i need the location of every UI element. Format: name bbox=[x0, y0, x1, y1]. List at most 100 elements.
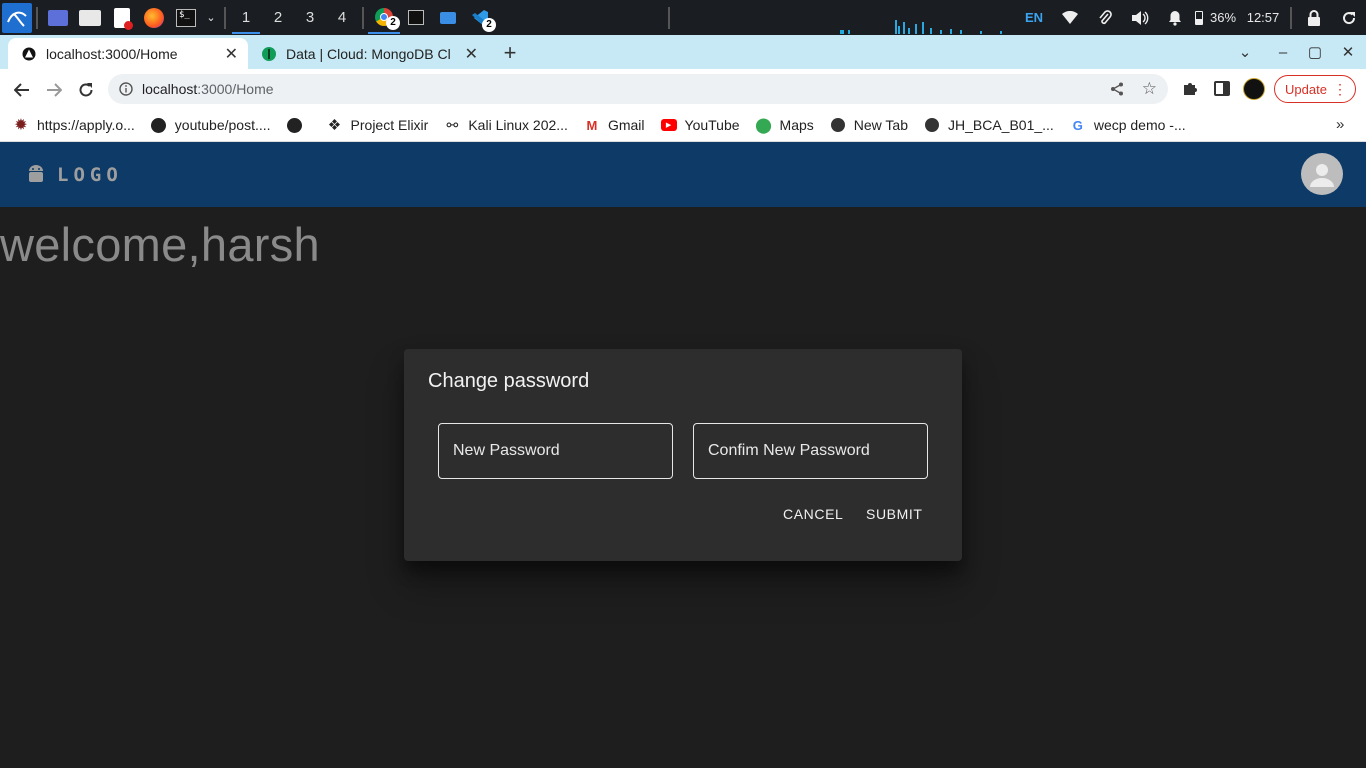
reload-icon[interactable] bbox=[73, 77, 99, 103]
bookmarks-bar: ✹ https://apply.o... youtube/post.... ❖ … bbox=[0, 109, 1366, 142]
paperclip-icon[interactable] bbox=[1087, 0, 1122, 35]
update-label: Update bbox=[1285, 81, 1327, 97]
bookmark-label: wecp demo -... bbox=[1093, 117, 1186, 133]
update-button[interactable]: Update ⋮ bbox=[1274, 75, 1356, 103]
lock-icon[interactable] bbox=[1296, 0, 1331, 35]
bookmark-jh-bca[interactable]: JH_BCA_B01_... bbox=[924, 117, 1054, 133]
language-indicator[interactable]: EN bbox=[1016, 0, 1052, 35]
vscode-window-count: 2 bbox=[482, 17, 496, 32]
submit-button[interactable]: SUBMIT bbox=[866, 506, 923, 522]
bookmark-youtube[interactable]: ▶ YouTube bbox=[660, 117, 740, 133]
share-icon[interactable] bbox=[1110, 82, 1124, 96]
forward-arrow-icon[interactable] bbox=[41, 77, 67, 103]
user-avatar[interactable] bbox=[1301, 153, 1343, 195]
bookmark-wecp[interactable]: G wecp demo -... bbox=[1070, 117, 1186, 133]
restore-window-button[interactable]: ▢ bbox=[1299, 35, 1331, 69]
cpu-graph bbox=[840, 20, 1002, 34]
desktop-icon[interactable] bbox=[42, 2, 74, 34]
refresh-icon[interactable] bbox=[1331, 0, 1366, 35]
logo-text[interactable]: LOGO bbox=[57, 164, 123, 186]
battery-icon[interactable] bbox=[1192, 0, 1206, 35]
url-path: :3000/Home bbox=[197, 81, 274, 97]
globe-icon bbox=[830, 117, 846, 133]
github-icon bbox=[151, 117, 167, 133]
bookmark-label: Kali Linux 202... bbox=[468, 117, 568, 133]
close-tab-icon[interactable]: ✕ bbox=[225, 44, 238, 64]
taskbar-separator bbox=[36, 6, 38, 29]
workspace-1[interactable]: 1 bbox=[230, 0, 262, 35]
bookmark-label: Project Elixir bbox=[350, 117, 429, 133]
tab-localhost-home[interactable]: localhost:3000/Home ✕ bbox=[8, 38, 248, 69]
file-manager-icon[interactable] bbox=[74, 2, 106, 34]
bookmark-new-tab[interactable]: New Tab bbox=[830, 117, 908, 133]
minimize-window-button[interactable]: – bbox=[1267, 35, 1299, 69]
bookmark-project-elixir[interactable]: ❖ Project Elixir bbox=[327, 117, 429, 134]
firefox-icon[interactable] bbox=[138, 2, 170, 34]
workspace-3[interactable]: 3 bbox=[294, 0, 326, 35]
chevron-down-icon[interactable]: ⌄ bbox=[202, 2, 220, 34]
vscode-icon[interactable]: 2 bbox=[464, 2, 496, 34]
new-tab-button[interactable]: + bbox=[497, 40, 523, 66]
bookmark-label: https://apply.o... bbox=[37, 117, 135, 133]
bookmark-label: JH_BCA_B01_... bbox=[947, 117, 1054, 133]
tab-mongodb[interactable]: Data | Cloud: MongoDB Cl ✕ bbox=[248, 38, 488, 69]
notification-bell-icon[interactable] bbox=[1157, 0, 1192, 35]
terminal-icon[interactable]: $_ bbox=[170, 2, 202, 34]
kali-dragon-icon: ⚯ bbox=[446, 116, 459, 133]
bookmark-maps[interactable]: ⬤ Maps bbox=[755, 117, 814, 134]
taskbar-separator bbox=[224, 6, 226, 29]
mongodb-leaf-icon bbox=[262, 46, 276, 61]
close-window-button[interactable]: ✕ bbox=[1332, 35, 1364, 69]
taskbar-separator bbox=[362, 6, 364, 29]
bookmark-gmail[interactable]: M Gmail bbox=[584, 117, 645, 133]
chrome-icon[interactable]: 2 bbox=[368, 2, 400, 34]
clock[interactable]: 12:57 bbox=[1240, 0, 1286, 35]
dialog-title: Change password bbox=[428, 370, 590, 392]
app-header: LOGO bbox=[0, 142, 1366, 207]
confirm-password-label: Confim New Password bbox=[708, 442, 870, 459]
back-arrow-icon[interactable] bbox=[9, 77, 35, 103]
bookmark-youtube-post[interactable]: youtube/post.... bbox=[151, 117, 271, 133]
wifi-icon[interactable] bbox=[1052, 0, 1087, 35]
text-editor-icon[interactable] bbox=[106, 2, 138, 34]
youtube-icon: ▶ bbox=[660, 117, 677, 133]
bookmark-star-icon[interactable]: ☆ bbox=[1142, 79, 1157, 99]
battery-percent: 36% bbox=[1209, 10, 1237, 25]
gear-favicon-icon: ✹ bbox=[14, 117, 28, 134]
welcome-heading: welcome,harsh bbox=[0, 218, 320, 271]
confirm-password-field[interactable]: Confim New Password bbox=[693, 423, 928, 479]
os-taskbar: $_ ⌄ 1 2 3 4 2 2 EN 36% 12:57 bbox=[0, 0, 1366, 35]
address-bar[interactable]: localhost:3000/Home ☆ bbox=[108, 74, 1168, 104]
extensions-puzzle-icon[interactable] bbox=[1181, 80, 1199, 98]
google-icon: G bbox=[1072, 117, 1083, 133]
close-tab-icon[interactable]: ✕ bbox=[465, 44, 478, 64]
cancel-button[interactable]: CANCEL bbox=[783, 506, 843, 522]
folder-icon[interactable] bbox=[432, 2, 464, 34]
taskbar-separator bbox=[1290, 6, 1292, 29]
tab-title: Data | Cloud: MongoDB Cl bbox=[286, 45, 451, 62]
tab-search-chevron-icon[interactable]: ⌄ bbox=[1229, 35, 1261, 69]
more-options-icon[interactable]: ⋮ bbox=[1333, 82, 1347, 96]
taskbar-separator bbox=[668, 6, 670, 29]
terminal-window-icon[interactable] bbox=[400, 2, 432, 34]
info-icon[interactable] bbox=[119, 82, 133, 96]
bookmark-kali[interactable]: ⚯ Kali Linux 202... bbox=[444, 116, 568, 134]
browser-tab-strip: localhost:3000/Home ✕ Data | Cloud: Mong… bbox=[0, 35, 1366, 69]
bookmark-apply[interactable]: ✹ https://apply.o... bbox=[13, 117, 135, 134]
globe-icon bbox=[924, 117, 940, 133]
elixir-icon: ❖ bbox=[327, 117, 342, 134]
chrome-window-count: 2 bbox=[386, 15, 400, 30]
profile-avatar[interactable] bbox=[1243, 78, 1265, 100]
gmail-icon: M bbox=[586, 117, 598, 133]
tab-favicon-icon bbox=[22, 47, 36, 60]
workspace-4[interactable]: 4 bbox=[326, 0, 358, 35]
volume-icon[interactable] bbox=[1122, 0, 1157, 35]
side-panel-icon[interactable] bbox=[1214, 81, 1230, 96]
new-password-field[interactable]: New Password bbox=[438, 423, 673, 479]
workspace-2[interactable]: 2 bbox=[262, 0, 294, 35]
bookmark-github[interactable] bbox=[287, 117, 311, 133]
browser-toolbar: localhost:3000/Home ☆ Update ⋮ bbox=[0, 69, 1366, 109]
github-icon bbox=[287, 117, 303, 133]
kali-menu-icon[interactable] bbox=[2, 2, 32, 33]
more-bookmarks-chevron-icon[interactable]: » bbox=[1336, 116, 1344, 133]
